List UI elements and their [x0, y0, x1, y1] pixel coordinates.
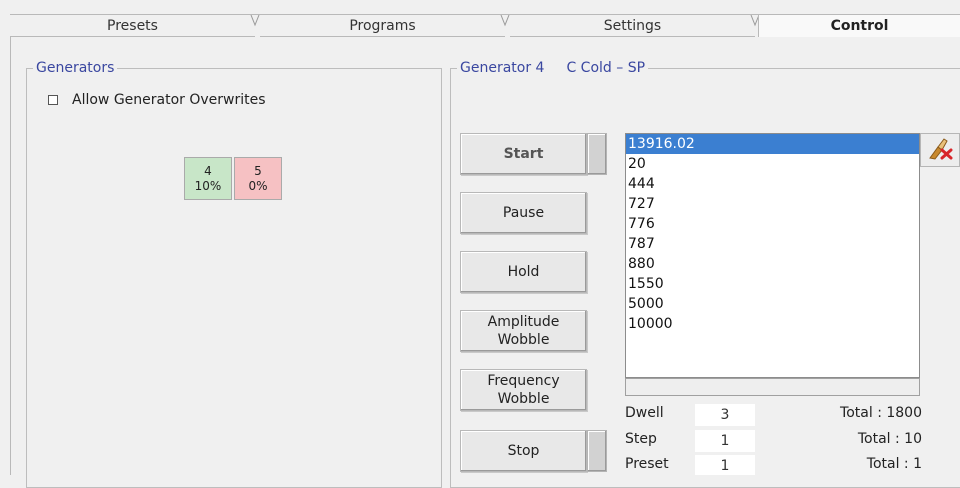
allow-overwrites-row[interactable]: Allow Generator Overwrites: [48, 92, 266, 108]
step-value[interactable]: 1: [695, 430, 755, 452]
stop-button[interactable]: Stop: [460, 430, 587, 472]
list-item[interactable]: 787: [626, 234, 919, 254]
stop-side-button[interactable]: [587, 430, 607, 472]
pause-button[interactable]: Pause: [460, 192, 587, 234]
list-item[interactable]: 5000: [626, 294, 919, 314]
list-item[interactable]: 727: [626, 194, 919, 214]
start-button[interactable]: Start: [460, 133, 587, 175]
generator-chip-percent: 0%: [248, 179, 268, 193]
generator-chip-number: 5: [254, 164, 262, 178]
hold-button[interactable]: Hold: [460, 251, 587, 293]
generator-chip-5[interactable]: 5 0%: [234, 157, 282, 200]
generator-program-name: C Cold – SP: [566, 60, 646, 76]
clear-list-button[interactable]: [920, 133, 960, 167]
list-item[interactable]: 444: [626, 174, 919, 194]
preset-total: Total : 1: [866, 456, 922, 472]
frequency-wobble-label-line2: Wobble: [497, 391, 550, 407]
step-label: Step: [625, 431, 657, 447]
eraser-delete-icon: [929, 138, 953, 160]
tab-presets[interactable]: Presets: [10, 15, 255, 37]
allow-overwrites-checkbox[interactable]: [48, 95, 58, 105]
generator-detail-title: Generator 4 C Cold – SP: [457, 59, 649, 77]
generator-chip-percent: 10%: [194, 179, 222, 193]
generators-group-title: Generators: [33, 59, 118, 77]
generator-chip-number: 4: [204, 164, 212, 178]
list-item[interactable]: 13916.02: [626, 134, 919, 154]
generator-name: Generator 4: [460, 60, 545, 76]
step-total: Total : 10: [857, 431, 922, 447]
dwell-value[interactable]: 3: [695, 404, 755, 426]
tab-bar: Presets Programs Settings Control: [10, 14, 960, 39]
frequency-list[interactable]: 13916.02 20 444 727 776 787 880 1550 500…: [625, 133, 920, 378]
amplitude-wobble-button[interactable]: Amplitude Wobble: [460, 310, 587, 352]
list-item[interactable]: 776: [626, 214, 919, 234]
allow-overwrites-label: Allow Generator Overwrites: [72, 92, 266, 108]
list-item[interactable]: 20: [626, 154, 919, 174]
tab-settings[interactable]: Settings: [510, 15, 755, 37]
tab-separator: [500, 15, 510, 27]
list-item[interactable]: 10000: [626, 314, 919, 334]
generators-group: Generators: [26, 59, 442, 488]
list-item[interactable]: 1550: [626, 274, 919, 294]
generator-chip-4[interactable]: 4 10%: [184, 157, 232, 200]
amplitude-wobble-label-line2: Wobble: [497, 332, 550, 348]
tab-control[interactable]: Control: [758, 15, 960, 39]
amplitude-wobble-label-line1: Amplitude: [487, 314, 560, 330]
dwell-total: Total : 1800: [840, 405, 922, 421]
frequency-wobble-button[interactable]: Frequency Wobble: [460, 369, 587, 411]
preset-label: Preset: [625, 456, 669, 472]
frequency-wobble-label-line1: Frequency: [487, 373, 560, 389]
tab-programs[interactable]: Programs: [260, 15, 505, 37]
start-side-button[interactable]: [587, 133, 607, 175]
list-item[interactable]: 880: [626, 254, 919, 274]
preset-value[interactable]: 1: [695, 455, 755, 475]
tab-separator: [250, 15, 260, 27]
dwell-label: Dwell: [625, 405, 664, 421]
frequency-list-scrollbar[interactable]: [625, 378, 920, 396]
